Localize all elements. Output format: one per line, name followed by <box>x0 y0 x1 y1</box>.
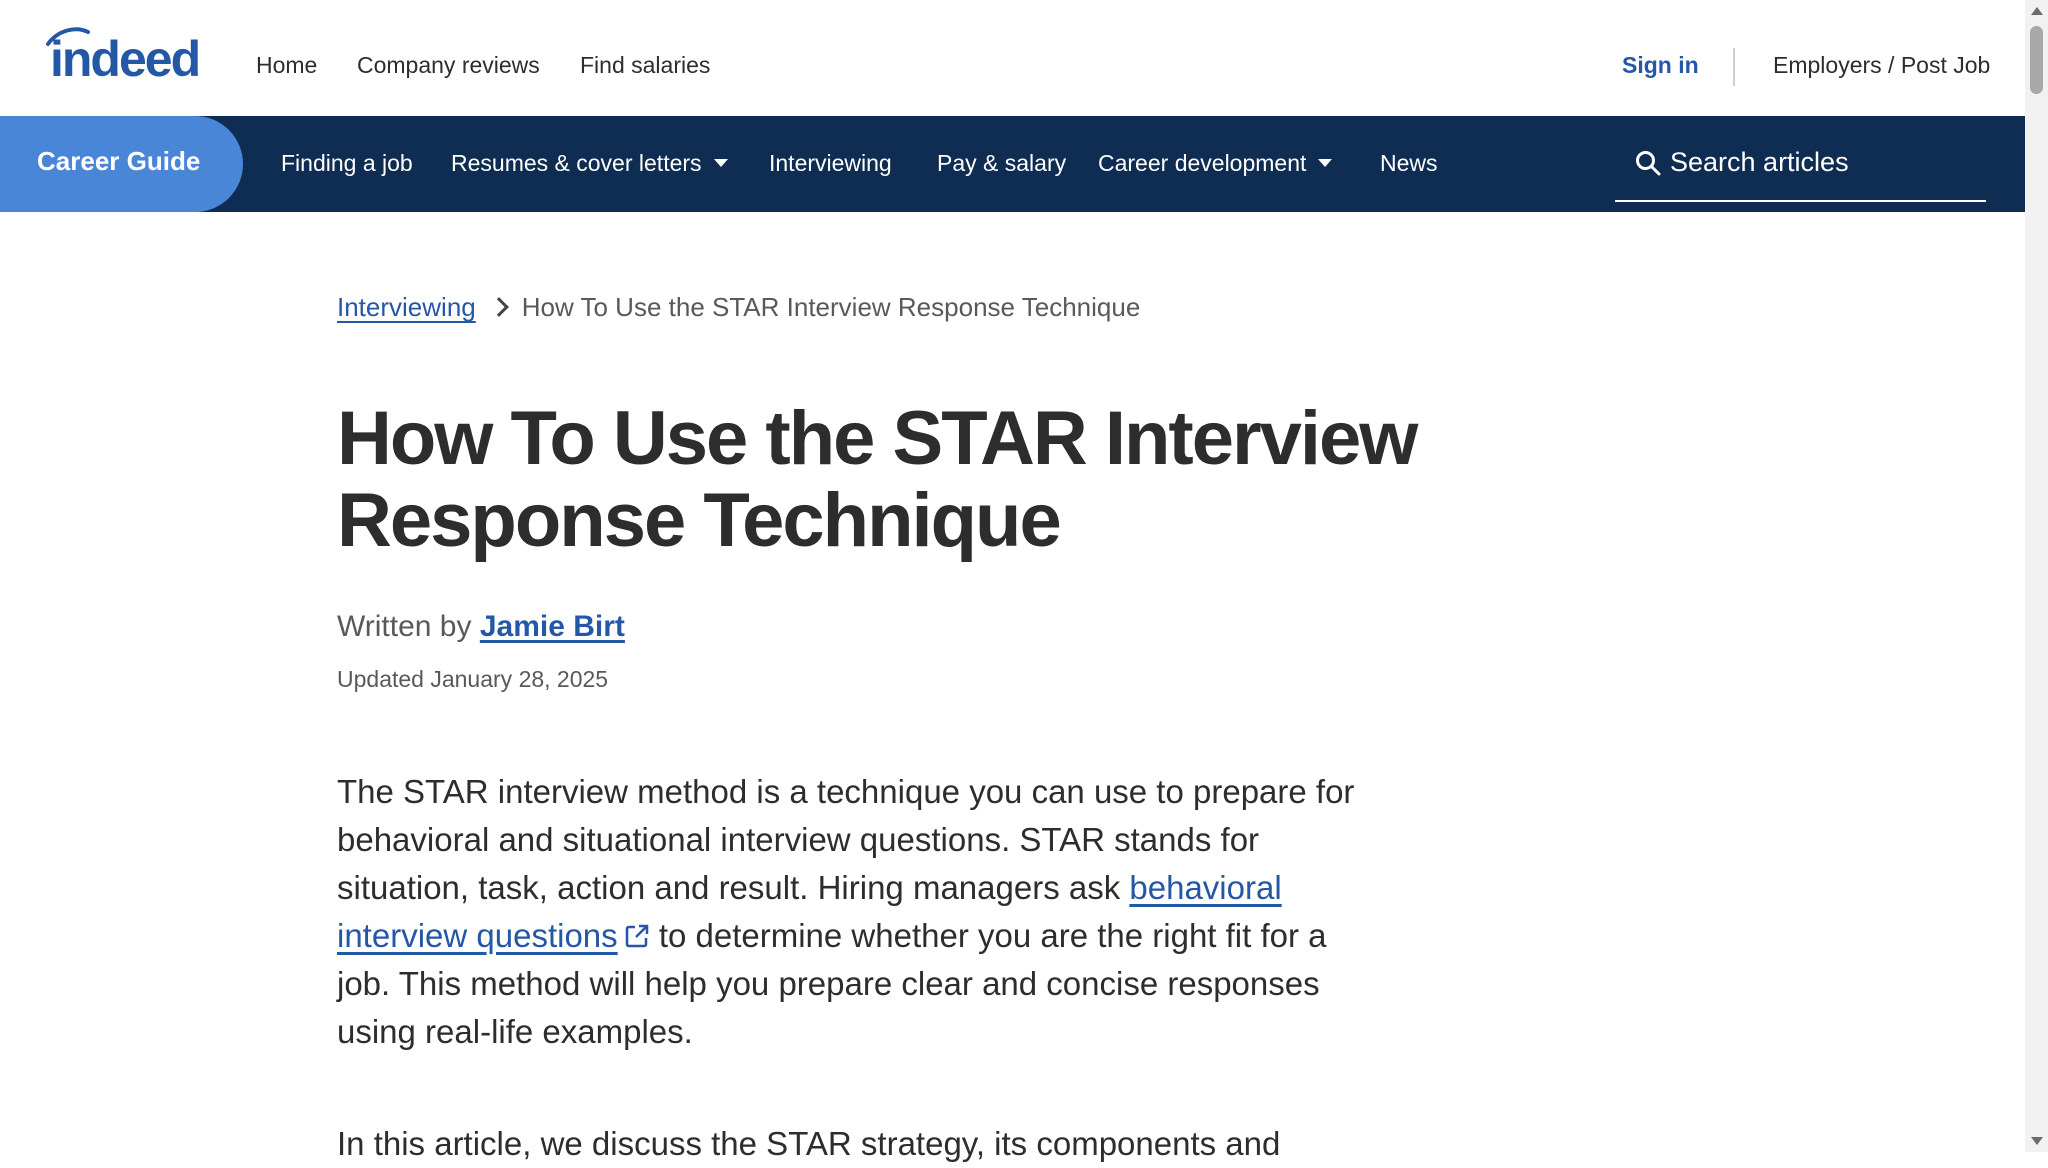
search-box[interactable] <box>1615 116 1986 202</box>
indeed-logo[interactable]: indeed <box>44 26 214 86</box>
employers-post-job-link[interactable]: Employers / Post Job <box>1773 52 1990 79</box>
logo-text: indeed <box>50 31 199 86</box>
nav-finding-a-job[interactable]: Finding a job <box>281 150 413 177</box>
search-icon[interactable] <box>1635 150 1661 176</box>
search-input[interactable] <box>1670 142 1970 182</box>
header-divider <box>1733 48 1735 86</box>
article-paragraph-2: In this article, we discuss the STAR str… <box>337 1125 1281 1162</box>
breadcrumb-current: How To Use the STAR Interview Response T… <box>521 292 1141 322</box>
nav-news[interactable]: News <box>1380 150 1438 177</box>
career-guide-label: Career Guide <box>37 146 201 176</box>
page-scrollbar[interactable] <box>2025 0 2048 1152</box>
career-guide-nav: Career Guide Finding a job Resumes & cov… <box>0 116 2025 212</box>
page-title: How To Use the STAR Interview Response T… <box>337 396 1418 563</box>
byline: Written by Jamie Birt <box>337 610 625 644</box>
chevron-right-icon <box>488 297 509 317</box>
article-paragraph-intro: The STAR interview method is a technique… <box>337 768 1357 1056</box>
nav-resumes-cover-letters[interactable]: Resumes & cover letters <box>451 150 728 177</box>
nav-home[interactable]: Home <box>256 52 317 79</box>
breadcrumb: Interviewing How To Use the STAR Intervie… <box>337 292 1140 323</box>
nav-pay-salary[interactable]: Pay & salary <box>937 150 1066 177</box>
author-link[interactable]: Jamie Birt <box>480 610 625 643</box>
nav-company-reviews[interactable]: Company reviews <box>357 52 540 79</box>
external-link-icon <box>625 924 648 948</box>
updated-date: Updated January 28, 2025 <box>337 666 609 692</box>
chevron-down-icon <box>713 158 728 167</box>
breadcrumb-interviewing-link[interactable]: Interviewing <box>337 292 476 322</box>
nav-career-development-label: Career development <box>1098 150 1307 176</box>
sign-in-link[interactable]: Sign in <box>1622 52 1699 79</box>
scroll-thumb[interactable] <box>2030 26 2043 94</box>
scroll-up-arrow-icon[interactable] <box>2031 7 2043 15</box>
top-header: indeed Home Company reviews Find salarie… <box>0 0 2025 116</box>
nav-find-salaries[interactable]: Find salaries <box>580 52 710 79</box>
nav-career-development[interactable]: Career development <box>1098 150 1333 177</box>
written-by-label: Written by <box>337 610 472 643</box>
career-guide-tab[interactable]: Career Guide <box>0 116 243 212</box>
scroll-down-arrow-icon[interactable] <box>2031 1137 2043 1145</box>
chevron-down-icon <box>1318 158 1333 167</box>
nav-interviewing[interactable]: Interviewing <box>769 150 892 177</box>
nav-resumes-label: Resumes & cover letters <box>451 150 702 176</box>
